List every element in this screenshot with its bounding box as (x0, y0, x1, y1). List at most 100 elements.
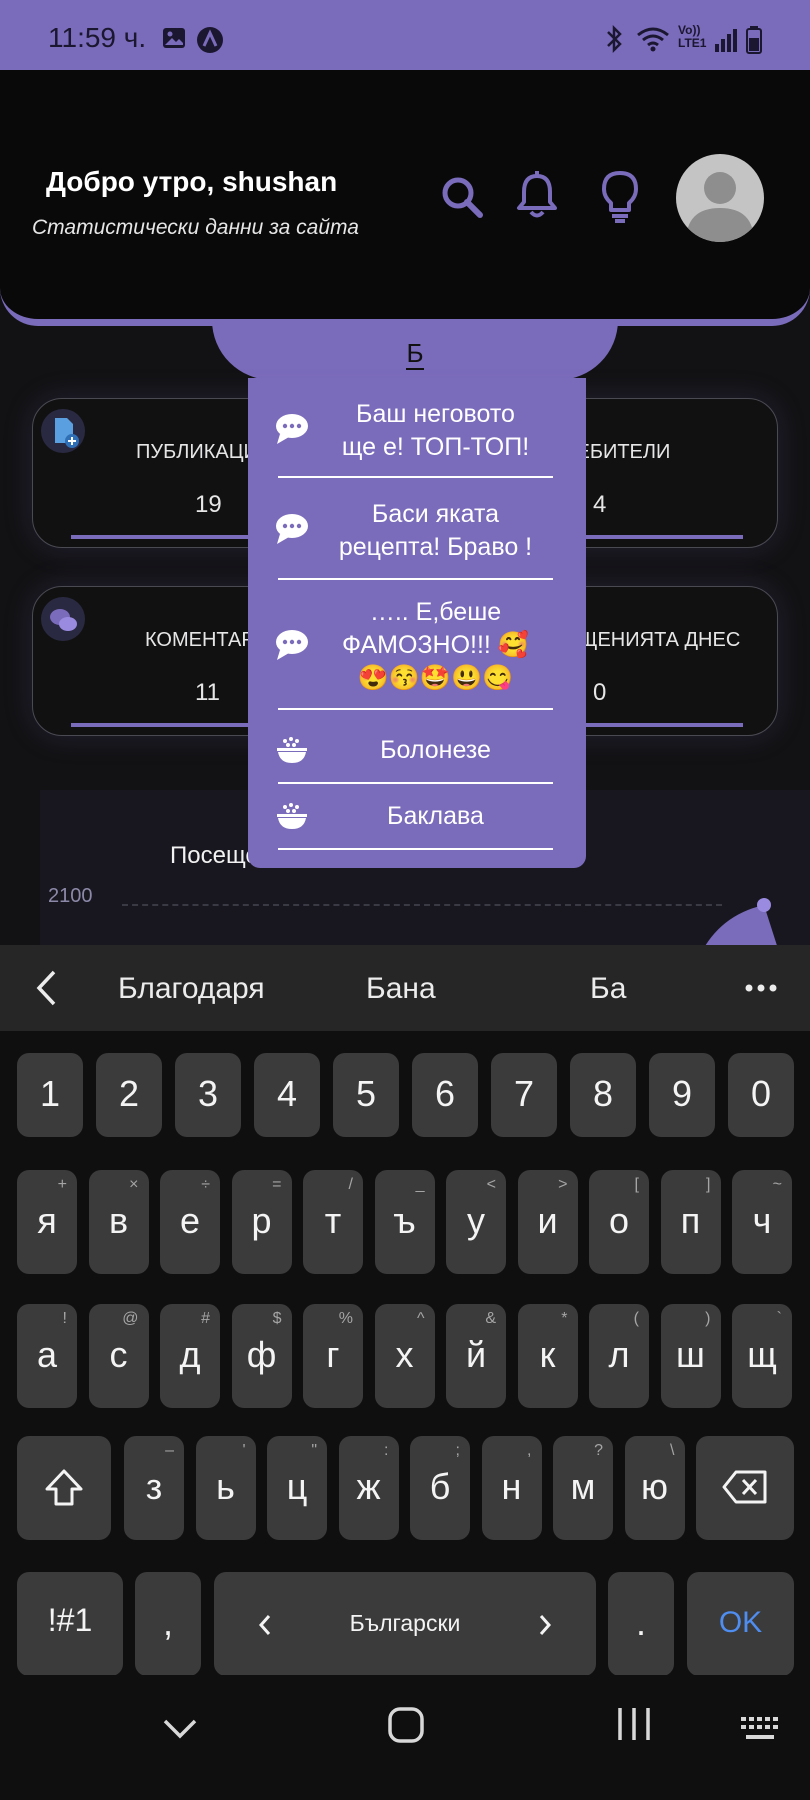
comment-icon (276, 630, 308, 660)
key-letter[interactable]: у < (446, 1170, 506, 1274)
key-digit[interactable]: 7 (491, 1053, 557, 1137)
key-digit[interactable]: 5 (333, 1053, 399, 1137)
key-label: п (680, 1200, 701, 1241)
key-letter[interactable]: ч ~ (732, 1170, 792, 1274)
key-label: щ (747, 1334, 777, 1375)
keyboard-suggestion[interactable]: Благодаря (118, 972, 265, 1006)
key-digit[interactable]: 0 (728, 1053, 794, 1137)
key-letter[interactable]: д # (160, 1304, 220, 1408)
key-letter[interactable]: ъ _ (374, 1170, 435, 1274)
key-label: . (635, 1602, 646, 1643)
key-letter[interactable]: з – (124, 1436, 184, 1540)
wifi-icon (637, 27, 669, 52)
symbols-key[interactable]: !#1 (17, 1572, 123, 1676)
backspace-key[interactable] (696, 1436, 794, 1540)
chevron-left-icon[interactable] (34, 969, 58, 1007)
comment-icon (276, 414, 308, 444)
suggestion-item[interactable]: Болонезе (277, 720, 553, 784)
key-alt-symbol: ` (776, 1310, 782, 1327)
nav-back-chevron-icon[interactable] (162, 1717, 198, 1741)
key-alt-symbol: # (201, 1310, 210, 1327)
keyboard-suggestion[interactable]: Ба (590, 972, 626, 1006)
key-label: ъ (393, 1200, 416, 1241)
key-digit[interactable]: 8 (570, 1053, 636, 1137)
key-letter[interactable]: п] (660, 1170, 721, 1274)
suggestion-item[interactable]: ….. Е,беше ФАМОЗНО!!! 🥰 😍😚🤩😃😋 (276, 590, 553, 710)
key-letter[interactable]: м? (553, 1436, 613, 1540)
key-digit[interactable]: 6 (412, 1053, 478, 1137)
key-label: ь (216, 1466, 235, 1507)
key-letter[interactable]: р = (231, 1170, 292, 1274)
user-avatar[interactable] (676, 154, 764, 242)
key-digit[interactable]: 3 (175, 1053, 241, 1137)
key-label: OK (718, 1606, 763, 1639)
key-letter[interactable]: ь ' (195, 1436, 256, 1540)
period-key[interactable]: . (608, 1572, 674, 1676)
key-alt-symbol: & (485, 1310, 496, 1327)
user-icon (686, 172, 754, 242)
key-alt-symbol: ! (62, 1310, 67, 1327)
key-letter[interactable]: с @ (88, 1304, 149, 1408)
suggestion-item[interactable]: Баклава (277, 786, 553, 850)
key-letter[interactable]: к * (517, 1304, 578, 1408)
suggestion-item[interactable]: Баси яката рецепта! Браво ! (276, 490, 553, 580)
nav-recents-icon[interactable] (614, 1705, 654, 1743)
key-letter[interactable]: ю \ (624, 1436, 685, 1540)
shift-key[interactable] (17, 1436, 111, 1540)
comment-icon (276, 514, 308, 544)
search-tab[interactable]: Б (212, 320, 618, 380)
key-letter[interactable]: ж: (338, 1436, 399, 1540)
key-letter[interactable]: х ^ (374, 1304, 435, 1408)
ok-key[interactable]: OK (687, 1572, 794, 1676)
key-letter[interactable]: о[ (589, 1170, 649, 1274)
key-letter[interactable]: ф $ (231, 1304, 292, 1408)
key-label: 4 (276, 1073, 298, 1114)
key-label: ш (676, 1334, 705, 1375)
comma-key[interactable]: , (135, 1572, 201, 1676)
key-letter[interactable]: г% (303, 1304, 363, 1408)
status-time: 11:59 ч. (48, 22, 147, 53)
key-letter[interactable]: ш) (660, 1304, 721, 1408)
key-letter[interactable]: н, (481, 1436, 542, 1540)
key-letter[interactable]: т / (303, 1170, 363, 1274)
key-alt-symbol: ) (705, 1310, 711, 1327)
key-alt-symbol: > (558, 1176, 568, 1193)
key-letter[interactable]: е ÷ (160, 1170, 220, 1274)
keyboard-suggestion[interactable]: Бана (366, 972, 436, 1006)
key-letter[interactable]: а! (17, 1304, 77, 1408)
key-label: 0 (750, 1073, 772, 1114)
key-letter[interactable]: в × (88, 1170, 149, 1274)
key-letter[interactable]: я + (17, 1170, 77, 1274)
key-letter[interactable]: и > (517, 1170, 578, 1274)
key-digit[interactable]: 2 (96, 1053, 162, 1137)
key-alt-symbol: / (348, 1176, 353, 1193)
bell-icon[interactable] (515, 170, 559, 220)
search-icon[interactable] (440, 175, 484, 219)
key-digit[interactable]: 4 (254, 1053, 320, 1137)
space-key[interactable]: Български (214, 1572, 596, 1676)
lightbulb-icon[interactable] (600, 170, 640, 224)
key-label: ж (356, 1466, 381, 1507)
key-letter[interactable]: й & (446, 1304, 506, 1408)
key-label: я (37, 1200, 57, 1241)
key-alt-symbol: * (561, 1310, 568, 1327)
key-label: к (539, 1334, 556, 1375)
keyboard-toggle-icon[interactable] (740, 1715, 780, 1745)
key-digit[interactable]: 1 (17, 1053, 83, 1137)
suggestion-item[interactable]: Баш неговото ще е! ТОП-ТОП! (276, 390, 553, 478)
key-letter[interactable]: б; (410, 1436, 470, 1540)
key-label: !#1 (47, 1602, 93, 1638)
suggestion-text: Баш неговото ще е! ТОП-ТОП! (341, 400, 530, 461)
search-input[interactable]: Б (212, 338, 618, 370)
key-alt-symbol: \ (670, 1442, 675, 1459)
more-options-icon[interactable] (744, 983, 778, 993)
key-letter[interactable]: ц " (267, 1436, 327, 1540)
stat-value-visits-today: 0 (593, 679, 607, 706)
key-letter[interactable]: л( (589, 1304, 649, 1408)
nav-home-icon[interactable] (386, 1705, 426, 1745)
key-digit[interactable]: 9 (649, 1053, 715, 1137)
suggestion-text: Болонезе (380, 736, 491, 764)
key-label: м (570, 1466, 596, 1507)
key-alt-symbol: = (272, 1176, 282, 1193)
key-letter[interactable]: щ ` (732, 1304, 792, 1408)
